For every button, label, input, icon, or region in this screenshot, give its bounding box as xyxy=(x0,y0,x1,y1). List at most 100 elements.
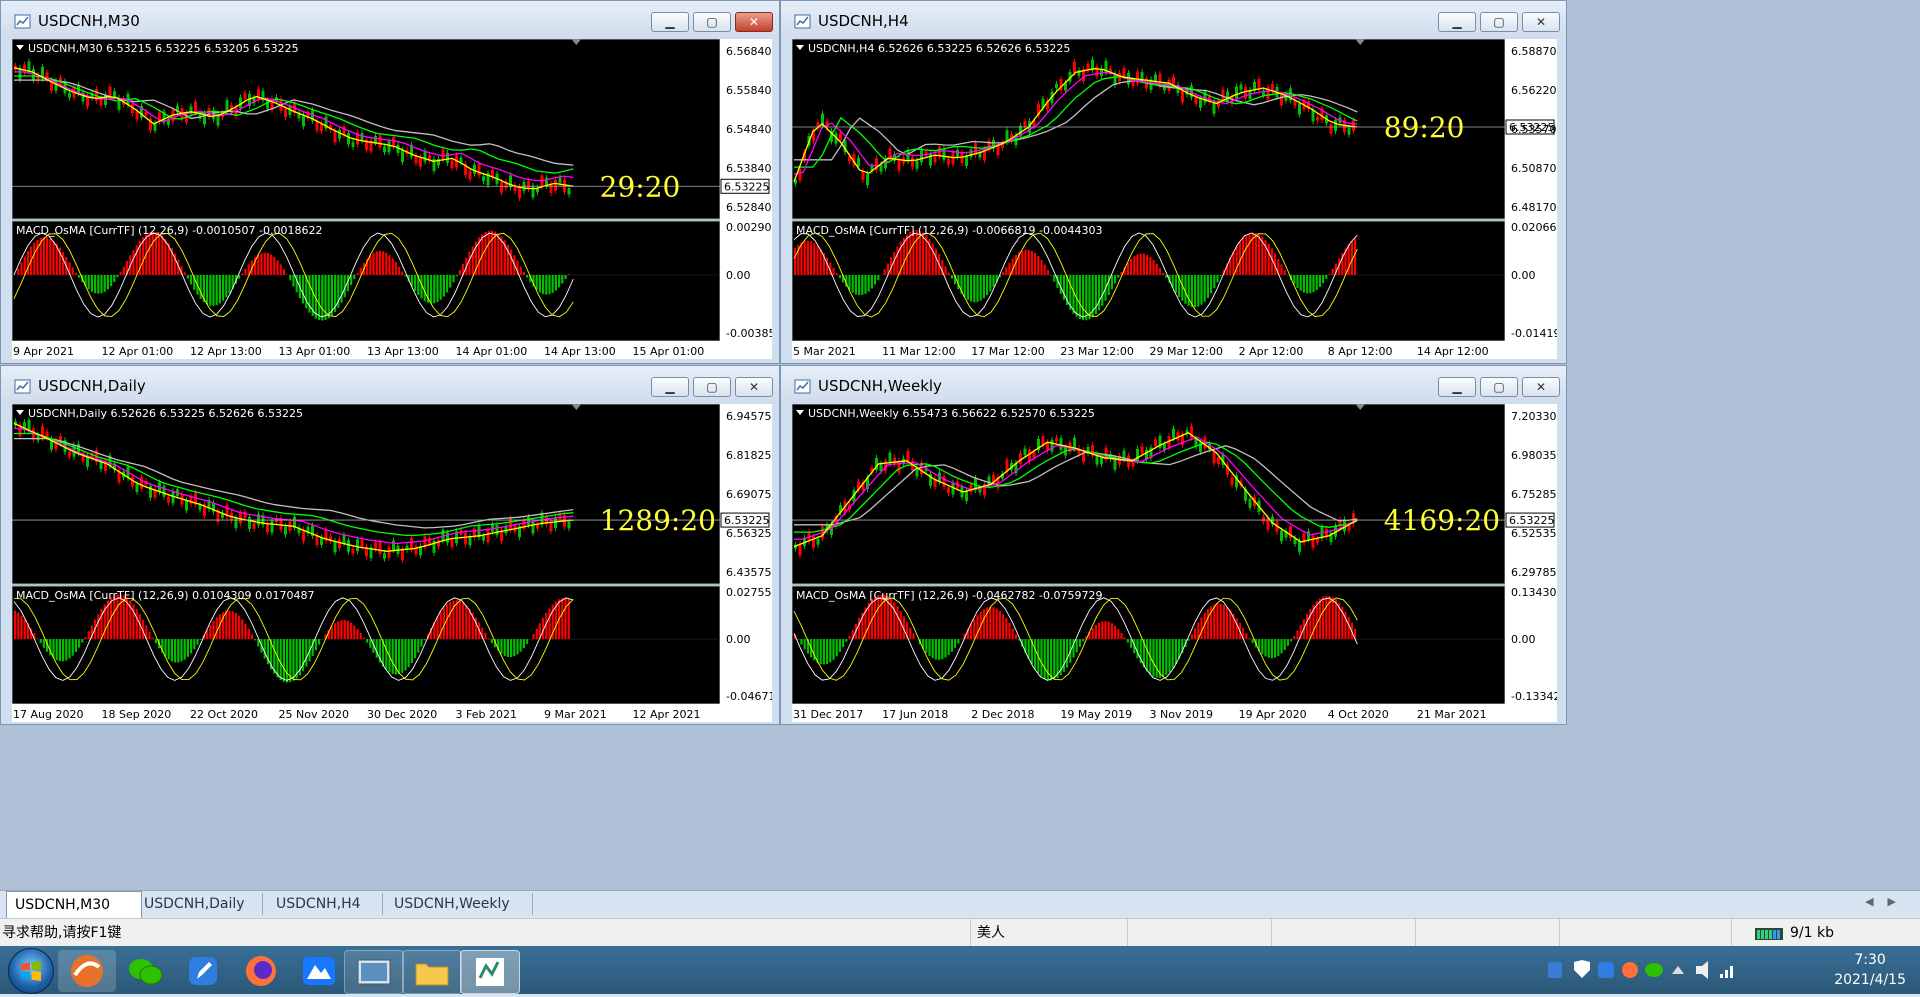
macd-histogram-bar xyxy=(804,241,806,275)
candle-body xyxy=(136,484,139,492)
macd-histogram-bar xyxy=(1280,639,1282,653)
chart-window-weekly[interactable]: USDCNH,Weekly ▁ ▢ ✕ 6.53225USDCNH,Weekly… xyxy=(780,365,1567,725)
macd-histogram-bar xyxy=(1210,275,1212,293)
macd-histogram-bar xyxy=(193,639,195,649)
macd-histogram-bar xyxy=(1050,275,1052,276)
macd-histogram-bar xyxy=(1306,275,1308,293)
taskbar-photo-viewer[interactable] xyxy=(344,950,404,994)
macd-histogram-bar xyxy=(340,275,342,303)
macd-scale-label: 0.1343086 xyxy=(1511,586,1557,599)
maximize-button[interactable]: ▢ xyxy=(693,12,731,32)
window-titlebar[interactable]: USDCNH,M30 ▁ ▢ ✕ xyxy=(1,1,779,39)
tab-usdcnh-daily[interactable]: USDCNH,Daily xyxy=(136,893,263,915)
maximize-button[interactable]: ▢ xyxy=(1480,12,1518,32)
chart-canvas[interactable]: 6.53225USDCNH,Weekly 6.55473 6.56622 6.5… xyxy=(792,404,1557,722)
candle-body xyxy=(1316,539,1319,543)
macd-histogram-bar xyxy=(832,639,834,660)
window-title: USDCNH,Weekly xyxy=(818,377,942,395)
taskbar-clock[interactable]: 7:30 2021/4/15 xyxy=(1834,950,1906,990)
chart-canvas[interactable]: 6.53225USDCNH,M30 6.53215 6.53225 6.5320… xyxy=(12,39,772,359)
macd-histogram-bar xyxy=(1316,275,1318,290)
macd-histogram-bar xyxy=(46,237,48,275)
taskbar-metatrader[interactable] xyxy=(460,950,520,994)
macd-scale-label: -0.0141923 xyxy=(1511,327,1557,340)
time-scale-label: 14 Apr 12:00 xyxy=(1417,345,1489,358)
price-scale-label: 6.69075 xyxy=(726,488,772,501)
close-button[interactable]: ✕ xyxy=(1522,12,1560,32)
maximize-button[interactable]: ▢ xyxy=(1480,377,1518,397)
chart-window-daily[interactable]: USDCNH,Daily ▁ ▢ ✕ 6.53225USDCNH,Daily 6… xyxy=(0,365,780,725)
macd-histogram-bar xyxy=(225,611,227,639)
price-scale-label: 6.52840 xyxy=(726,201,772,214)
time-scale-label: 17 Jun 2018 xyxy=(882,708,948,721)
chart-tab-bar: USDCNH,M30 USDCNH,Daily USDCNH,H4 USDCNH… xyxy=(0,890,1920,919)
price-scale-label: 6.53840 xyxy=(726,162,772,175)
status-traffic-cell: 9/1 kb xyxy=(1731,919,1920,947)
macd-histogram-bar xyxy=(1293,636,1295,639)
chart-window-h4[interactable]: USDCNH,H4 ▁ ▢ ✕ 6.53225USDCNH,H4 6.52626… xyxy=(780,0,1567,364)
taskbar-firefox[interactable] xyxy=(232,950,290,992)
close-button[interactable]: ✕ xyxy=(735,12,773,32)
time-scale-label: 2 Apr 12:00 xyxy=(1239,345,1304,358)
close-button[interactable]: ✕ xyxy=(1522,377,1560,397)
chart-window-m30[interactable]: USDCNH,M30 ▁ ▢ ✕ 6.53225USDCNH,M30 6.532… xyxy=(0,0,780,364)
price-scale-label: 6.48170 xyxy=(1511,201,1557,214)
macd-histogram-bar xyxy=(379,251,381,275)
macd-histogram-bar xyxy=(1252,639,1254,643)
macd-histogram-bar xyxy=(88,275,90,289)
macd-histogram-bar xyxy=(104,275,106,292)
macd-histogram-bar xyxy=(164,639,166,656)
maximize-icon: ▢ xyxy=(1481,14,1517,30)
arrow-right-icon[interactable]: ▶ xyxy=(1888,895,1910,908)
taskbar-wechat[interactable] xyxy=(116,950,174,992)
tab-scroll-arrows[interactable]: ◀▶ xyxy=(1865,895,1910,908)
window-titlebar[interactable]: USDCNH,Weekly ▁ ▢ ✕ xyxy=(781,366,1566,404)
maximize-button[interactable]: ▢ xyxy=(693,377,731,397)
candle-body xyxy=(862,171,865,180)
candle-body xyxy=(442,149,445,160)
tab-usdcnh-h4[interactable]: USDCNH,H4 xyxy=(268,893,383,915)
taskbar-app-1[interactable] xyxy=(58,950,116,992)
macd-histogram-bar xyxy=(1159,268,1161,275)
minimize-button[interactable]: ▁ xyxy=(1438,377,1476,397)
arrow-left-icon[interactable]: ◀ xyxy=(1865,895,1887,908)
window-titlebar[interactable]: USDCNH,Daily ▁ ▢ ✕ xyxy=(1,366,779,404)
macd-histogram-bar xyxy=(27,251,29,275)
tab-usdcnh-m30[interactable]: USDCNH,M30 xyxy=(6,891,142,918)
macd-histogram-bar xyxy=(56,639,58,660)
start-button[interactable] xyxy=(8,948,54,994)
chart-canvas[interactable]: 6.53225USDCNH,H4 6.52626 6.53225 6.52626… xyxy=(792,39,1557,359)
macd-histogram-bar xyxy=(20,616,22,639)
close-button[interactable]: ✕ xyxy=(735,377,773,397)
macd-histogram-bar xyxy=(1101,275,1103,306)
macd-histogram-bar xyxy=(84,637,86,639)
macd-histogram-bar xyxy=(558,275,560,287)
candle-body xyxy=(343,535,346,544)
macd-histogram-bar xyxy=(1248,638,1250,639)
macd-histogram-bar xyxy=(292,639,294,681)
macd-histogram-bar xyxy=(260,253,262,275)
macd-histogram-bar xyxy=(1194,275,1196,307)
macd-histogram-bar xyxy=(1223,605,1225,639)
minimize-button[interactable]: ▁ xyxy=(651,377,689,397)
macd-histogram-bar xyxy=(401,271,403,275)
candle-body xyxy=(410,538,413,550)
macd-histogram-bar xyxy=(568,274,570,275)
window-titlebar[interactable]: USDCNH,H4 ▁ ▢ ✕ xyxy=(781,1,1566,39)
minimize-button[interactable]: ▁ xyxy=(1438,12,1476,32)
macd-histogram-bar xyxy=(411,639,413,663)
candle-body xyxy=(442,530,445,541)
macd-histogram-bar xyxy=(404,639,406,670)
candle-body xyxy=(469,536,472,545)
time-scale-label: 31 Dec 2017 xyxy=(793,708,863,721)
chart-canvas[interactable]: 6.53225USDCNH,Daily 6.52626 6.53225 6.52… xyxy=(12,404,772,722)
minimize-button[interactable]: ▁ xyxy=(651,12,689,32)
taskbar-app-5[interactable] xyxy=(290,950,348,992)
taskbar-explorer[interactable] xyxy=(402,950,462,994)
macd-histogram-bar xyxy=(184,639,186,660)
candle-body xyxy=(1249,499,1252,508)
macd-histogram-bar xyxy=(1088,275,1090,319)
tab-usdcnh-weekly[interactable]: USDCNH,Weekly xyxy=(386,893,533,915)
taskbar-notes[interactable] xyxy=(174,950,232,992)
firefox-icon xyxy=(241,953,281,989)
